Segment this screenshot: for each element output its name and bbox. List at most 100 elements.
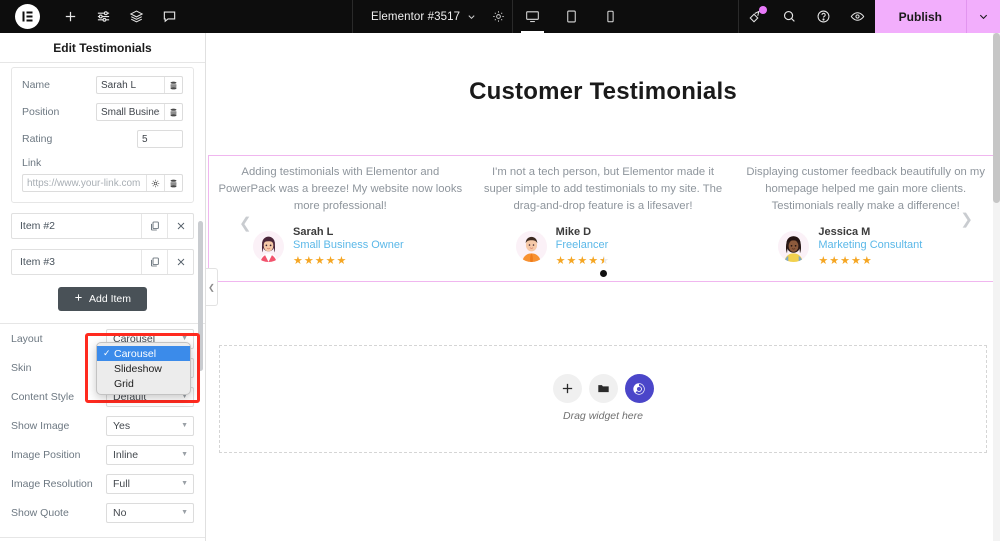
notification-badge: [758, 6, 767, 14]
layout-dropdown-menu[interactable]: ✓ Carousel Slideshow Grid: [96, 342, 191, 395]
add-widget-plus-icon[interactable]: [552, 374, 582, 403]
position-input[interactable]: [97, 104, 164, 120]
page-title: Customer Testimonials: [469, 78, 737, 105]
elementor-logo-icon: [14, 4, 40, 29]
dropdown-option-label: Carousel: [114, 347, 157, 360]
item-label[interactable]: Item #3: [12, 250, 141, 274]
top-bar-right-group: Publish: [737, 0, 1000, 33]
search-icon[interactable]: [773, 0, 807, 33]
rating-stars: ★ ★ ★ ★ ★: [556, 254, 609, 267]
dropdown-option-carousel[interactable]: ✓ Carousel: [97, 346, 190, 361]
gear-icon[interactable]: [146, 175, 164, 191]
device-tablet-button[interactable]: [552, 0, 591, 33]
rating-stars: ★ ★ ★ ★ ★: [818, 255, 872, 267]
panel-title: Edit Testimonials: [0, 33, 205, 63]
copy-icon[interactable]: [141, 250, 167, 274]
show-quote-select[interactable]: No ▼: [106, 502, 194, 523]
panel-scrollbar[interactable]: [198, 221, 203, 371]
show-image-select[interactable]: Yes ▼: [106, 415, 194, 436]
rating-input[interactable]: [138, 131, 182, 147]
settings-sliders-icon[interactable]: [87, 0, 120, 33]
chevron-down-icon[interactable]: [467, 12, 476, 21]
add-item-button[interactable]: Add Item: [57, 287, 148, 311]
testimonial-name: Mike D: [555, 226, 592, 238]
avatar: [778, 231, 810, 262]
testimonial-position: Marketing Consultant: [818, 239, 923, 251]
comment-icon[interactable]: [153, 0, 186, 33]
rating-stars: ★ ★ ★ ★ ★: [293, 255, 347, 267]
top-bar-left-group: [0, 0, 186, 33]
database-stack-icon[interactable]: [164, 104, 182, 120]
image-position-value: Inline: [113, 448, 139, 461]
pagination-dot[interactable]: [599, 270, 607, 277]
testimonial-name: Sarah L: [293, 226, 334, 238]
device-mobile-button[interactable]: [591, 0, 630, 33]
copy-icon[interactable]: [141, 214, 167, 238]
show-image-value: Yes: [113, 419, 131, 432]
rating-field[interactable]: [137, 130, 183, 148]
testimonial-card: Adding testimonials with Elementor and P…: [209, 156, 472, 281]
drag-widget-drop-zone[interactable]: Drag widget here: [219, 345, 987, 453]
canvas-scrollbar[interactable]: [993, 33, 1000, 541]
link-input[interactable]: [23, 175, 146, 191]
rating-label: Rating: [22, 133, 53, 145]
show-image-label: Show Image: [11, 419, 70, 432]
image-resolution-label: Image Resolution: [11, 477, 93, 490]
database-stack-icon[interactable]: [164, 175, 182, 191]
testimonial-person: Sarah L Small Business Owner ★ ★ ★ ★ ★: [215, 226, 466, 267]
field-row-name: Name: [22, 76, 183, 94]
layout-label: Layout: [11, 332, 43, 345]
item-label[interactable]: Item #2: [12, 214, 141, 238]
close-icon[interactable]: [167, 214, 193, 238]
position-label: Position: [22, 106, 60, 118]
dropdown-option-label: Slideshow: [114, 362, 162, 375]
layers-icon[interactable]: [120, 0, 153, 33]
close-icon[interactable]: [167, 250, 193, 274]
control-row-image-resolution: Image Resolution Full ▼: [0, 469, 205, 498]
preview-eye-icon[interactable]: [841, 0, 875, 33]
repeater-row-item-3[interactable]: Item #3: [11, 249, 194, 275]
chevron-left-icon: ❮: [208, 282, 215, 292]
publish-options-chevron-down-icon[interactable]: [966, 0, 1000, 33]
image-position-select[interactable]: Inline ▼: [106, 444, 194, 465]
document-title: Elementor #3517: [371, 10, 461, 23]
panel-collapse-handle[interactable]: ❮: [206, 268, 218, 306]
accordion-slider-options[interactable]: ▶ Slider Options: [0, 537, 205, 541]
testimonial-person: Mike D Freelancer ★ ★ ★ ★ ★: [478, 226, 729, 267]
database-stack-icon[interactable]: [164, 77, 182, 93]
device-desktop-button[interactable]: [513, 0, 552, 33]
dropdown-option-slideshow[interactable]: Slideshow: [97, 361, 190, 376]
carousel-pagination[interactable]: [472, 270, 735, 277]
image-resolution-select[interactable]: Full ▼: [106, 473, 194, 494]
whats-new-icon[interactable]: [739, 0, 773, 33]
testimonial-position: Small Business Owner: [293, 239, 404, 251]
name-input[interactable]: [97, 77, 164, 93]
dropdown-option-grid[interactable]: Grid: [97, 376, 190, 391]
field-row-rating: Rating: [22, 130, 183, 148]
canvas-scrollbar-thumb[interactable]: [993, 33, 1000, 203]
publish-button[interactable]: Publish: [874, 0, 966, 33]
repeater-row-item-2[interactable]: Item #2: [11, 213, 194, 239]
chevron-down-icon: ▼: [181, 480, 188, 487]
elementor-logo-button[interactable]: [0, 0, 54, 33]
help-icon[interactable]: [807, 0, 841, 33]
position-field[interactable]: [96, 103, 183, 121]
document-title-group[interactable]: Elementor #3517: [352, 0, 505, 33]
add-icon[interactable]: [54, 0, 87, 33]
add-template-folder-icon[interactable]: [588, 374, 618, 403]
control-row-image-position: Image Position Inline ▼: [0, 440, 205, 469]
chevron-down-icon: ▼: [181, 335, 188, 342]
chevron-down-icon: ▼: [181, 422, 188, 429]
testimonial-person: Jessica M Marketing Consultant ★ ★ ★ ★ ★: [740, 226, 991, 267]
powerpack-icon[interactable]: [624, 374, 654, 403]
device-switcher: [512, 0, 630, 33]
testimonial-position: Freelancer: [555, 239, 609, 251]
gear-icon[interactable]: [492, 10, 505, 23]
name-field[interactable]: [96, 76, 183, 94]
testimonial-card: I'm not a tech person, but Elementor mad…: [472, 156, 735, 281]
control-row-show-quote: Show Quote No ▼: [0, 498, 205, 527]
field-row-link: Link: [22, 157, 183, 192]
link-field[interactable]: [22, 174, 183, 192]
testimonials-widget[interactable]: ❮ ❯ Adding testimonials with Elementor a…: [208, 155, 998, 282]
check-icon: ✓: [103, 348, 111, 358]
